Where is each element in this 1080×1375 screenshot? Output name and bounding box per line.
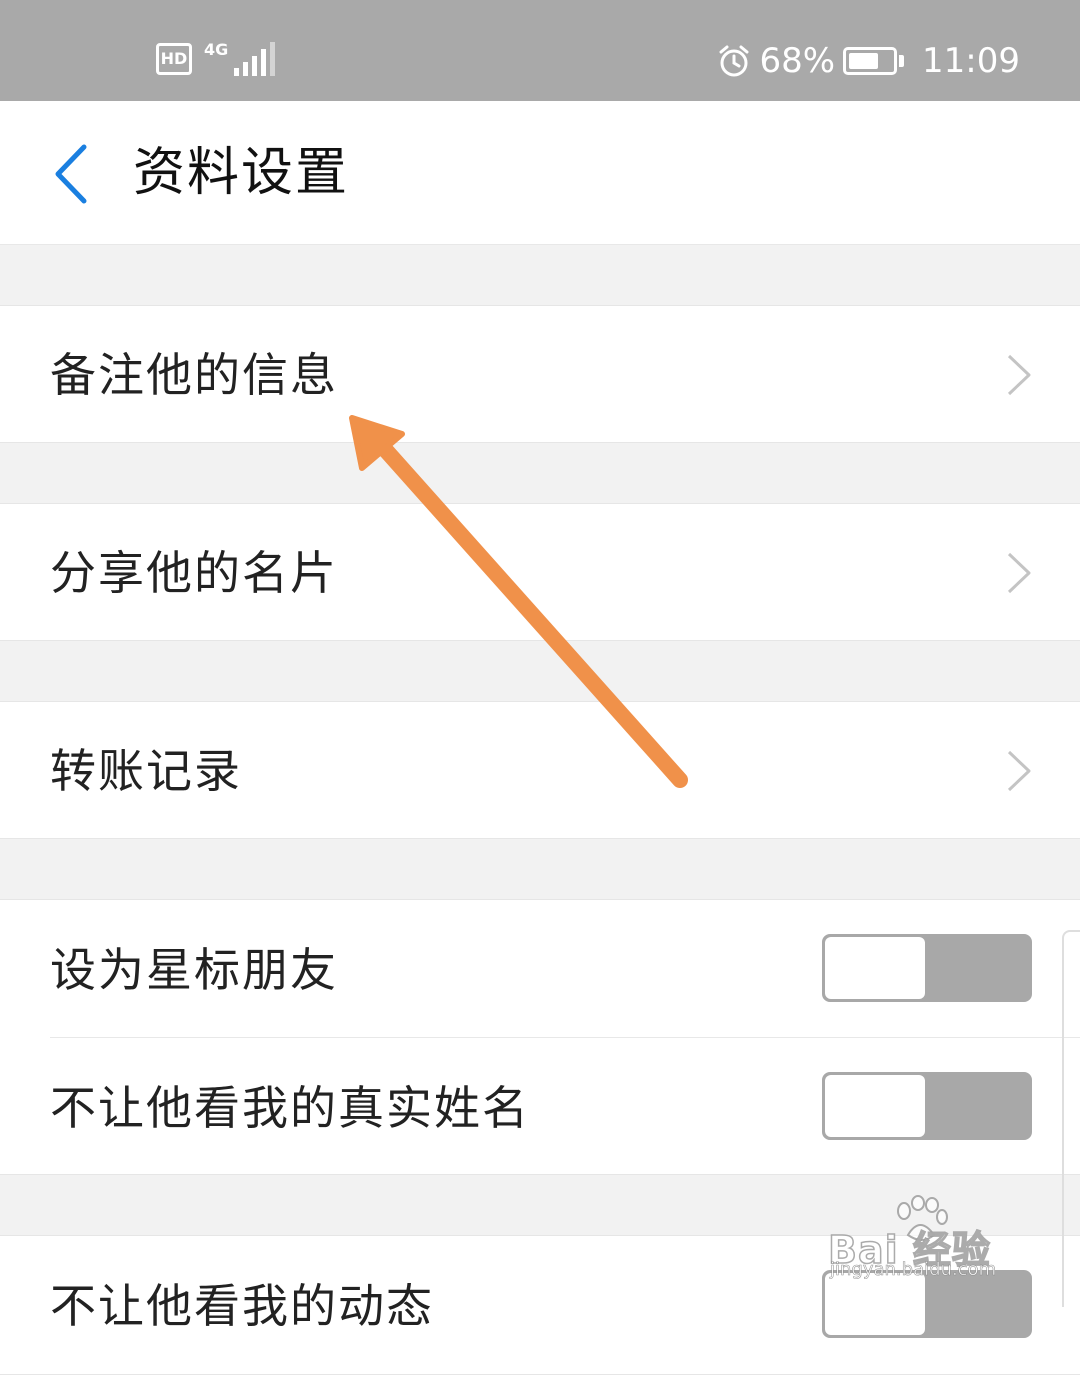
- menu-item-label: 备注他的信息: [50, 348, 338, 402]
- network-type: 4G: [204, 40, 229, 59]
- toggle-group-moments: 不让他看我的动态: [0, 1235, 1080, 1375]
- menu-item-transfer-records[interactable]: 转账记录: [0, 701, 1080, 839]
- scroll-edge: [1062, 930, 1080, 1307]
- menu-item-remark-info[interactable]: 备注他的信息: [0, 305, 1080, 443]
- status-right: 68% 11:09: [717, 40, 1020, 82]
- status-left: HD 4G: [156, 40, 276, 76]
- toggle-label-star-friend: 设为星标朋友: [50, 943, 338, 997]
- hide-moments-toggle[interactable]: [822, 1270, 1032, 1338]
- chevron-right-icon: [1007, 750, 1031, 792]
- chevron-right-icon: [1007, 354, 1031, 396]
- star-friend-toggle[interactable]: [822, 934, 1032, 1002]
- battery-tip: [899, 55, 905, 67]
- toggle-knob: [825, 1075, 925, 1137]
- menu-item-label: 分享他的名片: [50, 546, 338, 600]
- chevron-right-icon: [1007, 552, 1031, 594]
- clock: 11:09: [922, 41, 1020, 81]
- battery-fill: [849, 53, 879, 69]
- alarm-icon: [719, 45, 749, 77]
- menu-item-label: 转账记录: [50, 744, 242, 798]
- toggle-label-hide-moments: 不让他看我的动态: [50, 1279, 434, 1333]
- signal-icon: [234, 42, 276, 76]
- divider: [50, 1037, 1080, 1038]
- toggle-knob: [825, 937, 925, 999]
- page-title: 资料设置: [133, 143, 350, 203]
- toggle-knob: [825, 1273, 925, 1335]
- hd-icon: HD: [156, 43, 192, 75]
- battery-icon: [843, 47, 898, 75]
- chevron-left-icon: [55, 144, 87, 204]
- toggle-group-privacy: 设为星标朋友 不让他看我的真实姓名: [0, 899, 1080, 1175]
- back-button[interactable]: [44, 139, 104, 209]
- toggle-label-hide-real-name: 不让他看我的真实姓名: [50, 1081, 530, 1135]
- battery-percent: 68%: [759, 41, 836, 81]
- menu-item-share-card[interactable]: 分享他的名片: [0, 503, 1080, 641]
- hide-real-name-toggle[interactable]: [822, 1072, 1032, 1140]
- header: 资料设置: [0, 101, 1080, 245]
- status-bar: HD 4G 68% 11:09: [0, 0, 1080, 101]
